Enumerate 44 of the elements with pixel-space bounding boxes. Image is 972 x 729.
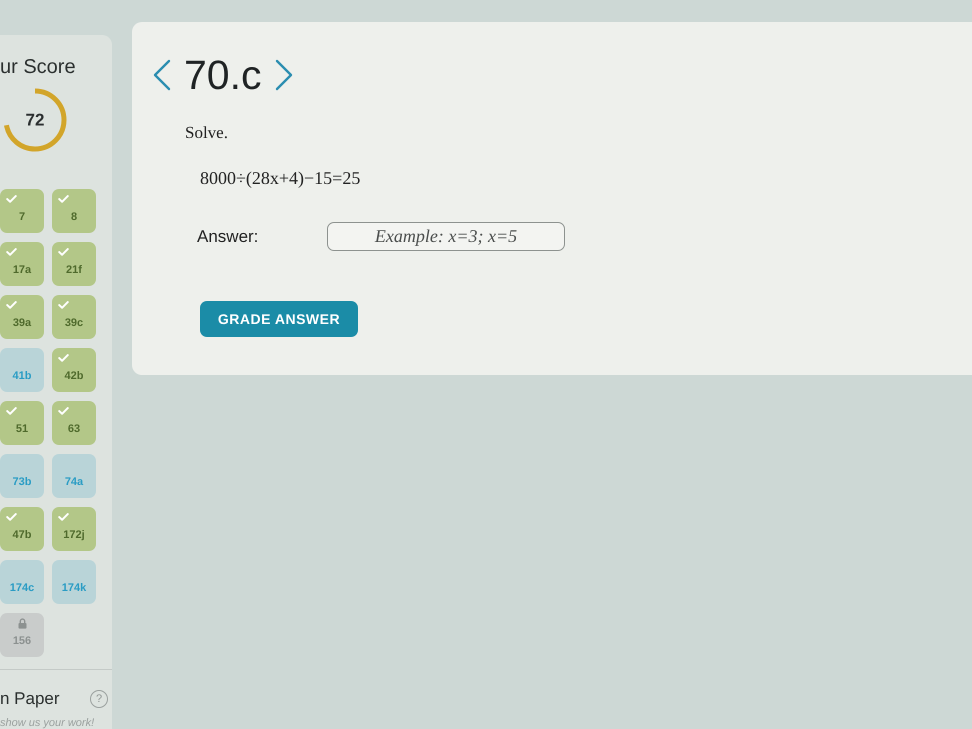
problem-tile[interactable]: 172j [52,507,96,551]
problem-tile[interactable]: 39a [0,295,44,339]
problem-tile[interactable]: 63 [52,401,96,445]
check-icon [6,301,17,309]
problem-tile[interactable]: 174k [52,560,96,604]
check-icon [58,354,69,362]
check-icon [58,407,69,415]
lock-icon [18,618,27,629]
problem-tile[interactable]: 39c [52,295,96,339]
problem-tile[interactable]: 156 [0,613,44,657]
problem-tile[interactable]: 21f [52,242,96,286]
check-icon [58,301,69,309]
problem-tile[interactable]: 47b [0,507,44,551]
check-icon [6,195,17,203]
score-title: ur Score [0,55,77,79]
problem-tile[interactable]: 7 [0,189,44,233]
paper-hint: show us your work! [0,716,96,729]
problem-tile[interactable]: 174c [0,560,44,604]
problem-tile[interactable]: 73b [0,454,44,498]
grade-answer-button[interactable]: GRADE ANSWER [200,301,358,337]
problem-instruction: Solve. [185,122,229,144]
previous-button[interactable] [152,59,172,91]
help-button[interactable]: ? [90,690,108,708]
problem-tile[interactable]: 17a [0,242,44,286]
problem-tile[interactable]: 42b [52,348,96,392]
problem-tile[interactable]: 74a [52,454,96,498]
answer-label: Answer: [197,226,260,248]
check-icon [6,248,17,256]
problem-tile[interactable]: 8 [52,189,96,233]
check-icon [6,407,17,415]
check-icon [58,195,69,203]
check-icon [58,513,69,521]
check-icon [6,513,17,521]
problem-tile[interactable]: 51 [0,401,44,445]
chevron-right-icon [274,59,294,91]
score-value: 72 [26,112,44,128]
check-icon [58,248,69,256]
next-button[interactable] [274,59,294,91]
chevron-left-icon [152,59,172,91]
answer-field[interactable]: Example: x=3; x=5 [327,222,565,251]
problem-tile[interactable]: 41b [0,348,44,392]
scratch-paper-title: n Paper [0,688,60,710]
problem-number: 70.c [184,52,262,98]
equation: 8000÷(28x+4)−15=25 [200,167,362,190]
